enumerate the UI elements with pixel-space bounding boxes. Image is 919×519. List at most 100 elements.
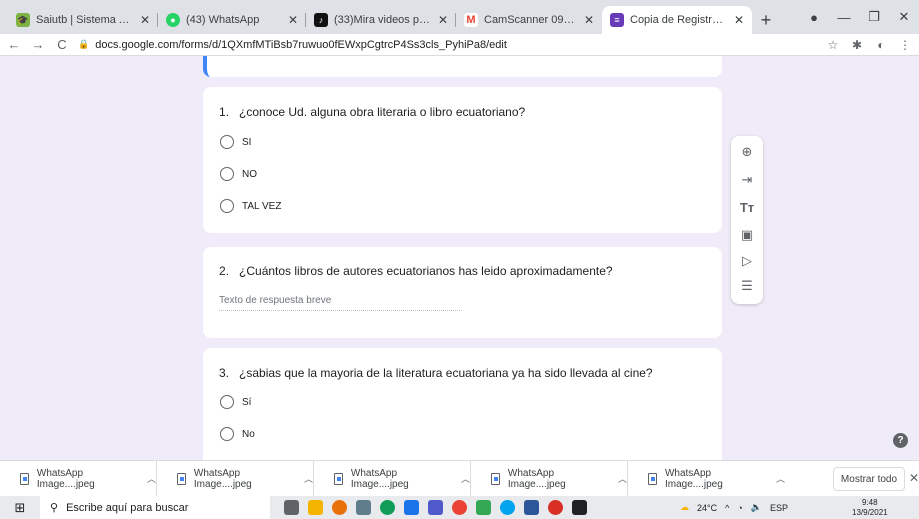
windows-taskbar: ⊞ ⚲ Escribe aquí para buscar ☁ 24°C ^ ◔ … <box>0 496 919 519</box>
restore-button[interactable]: ❐ <box>859 9 889 25</box>
windows-start-icon[interactable]: ⊞ <box>0 500 40 516</box>
image-file-icon <box>648 472 657 485</box>
bookmark-star-icon[interactable]: ☆ <box>825 38 841 52</box>
mail-icon[interactable] <box>404 500 419 515</box>
close-tab-icon[interactable]: ✕ <box>584 13 594 27</box>
taskbar-apps <box>284 500 587 515</box>
add-section-icon[interactable]: ☰ <box>731 278 763 294</box>
tab-saiutb[interactable]: 🎓 Saiutb | Sistema Académico | ✕ <box>8 6 158 34</box>
url-field[interactable]: 🔒 docs.google.com/forms/d/1QXmfMTiBsb7ru… <box>78 39 817 51</box>
form-toolbar: ⊕ ⇥ Tт ▣ ▷ ☰ <box>731 136 763 304</box>
teams-icon[interactable] <box>428 500 443 515</box>
radio-option[interactable]: No <box>220 427 255 441</box>
chrome-profile-icon[interactable] <box>548 500 563 515</box>
chevron-up-icon[interactable]: ︿ <box>461 472 470 485</box>
radio-button[interactable] <box>220 199 234 213</box>
question-card-3[interactable]: 3. ¿sabias que la mayoria de la literatu… <box>203 348 722 460</box>
close-tab-icon[interactable]: ✕ <box>438 13 448 27</box>
language-indicator[interactable]: ESP <box>770 503 788 513</box>
lock-icon: 🔒 <box>78 39 90 49</box>
show-all-button[interactable]: Mostrar todo <box>833 467 905 491</box>
radio-option[interactable]: Sí <box>220 395 251 409</box>
close-tab-icon[interactable]: ✕ <box>288 13 298 27</box>
question-title: 2. ¿Cuántos libros de autores ecuatorian… <box>219 264 613 278</box>
clock[interactable]: 9:48 13/9/2021 <box>852 498 888 518</box>
record-icon[interactable]: ● <box>799 10 829 25</box>
tab-title: Saiutb | Sistema Académico | <box>36 14 134 26</box>
profile-icon[interactable]: ◐ <box>873 38 889 52</box>
edge-browser-icon[interactable] <box>500 500 515 515</box>
window-controls: ● — ❐ ✕ <box>799 0 919 34</box>
tab-title: Copia de Registro para la obr <box>630 14 728 26</box>
radio-button[interactable] <box>220 427 234 441</box>
close-tab-icon[interactable]: ✕ <box>734 13 744 27</box>
system-tray: ☁ 24°C ^ ◔ 🔈 ESP <box>680 496 788 519</box>
add-question-icon[interactable]: ⊕ <box>731 144 763 160</box>
chevron-up-icon[interactable]: ︿ <box>147 472 156 485</box>
gmail-icon: M <box>464 13 478 27</box>
tab-gmail[interactable]: M CamScanner 09-02-2021 05. ✕ <box>456 6 602 34</box>
add-image-icon[interactable]: ▣ <box>731 227 763 243</box>
radio-option[interactable]: TAL VEZ <box>220 199 281 213</box>
download-item[interactable]: WhatsApp Image....jpeg ︿ <box>471 460 628 497</box>
forward-button[interactable]: → <box>30 37 46 52</box>
tab-tiktok[interactable]: ♪ (33)Mira videos populares se ✕ <box>306 6 456 34</box>
network-icon[interactable]: ◔ <box>737 503 742 513</box>
image-file-icon <box>177 472 186 485</box>
menu-icon[interactable]: ⋮ <box>897 38 913 52</box>
volume-icon[interactable]: 🔈 <box>751 502 762 513</box>
download-item[interactable]: WhatsApp Image....jpeg ︿ <box>0 460 157 497</box>
question-card-1[interactable]: 1. ¿conoce Ud. alguna obra literaria o l… <box>203 87 722 233</box>
firefox-icon[interactable] <box>332 500 347 515</box>
tab-forms[interactable]: ≡ Copia de Registro para la obr ✕ <box>602 6 752 34</box>
radio-button[interactable] <box>220 395 234 409</box>
security-shield-icon[interactable] <box>572 500 587 515</box>
previous-question-card[interactable] <box>203 56 722 77</box>
browser-tab-bar: 🎓 Saiutb | Sistema Académico | ✕ ● (43) … <box>0 0 919 34</box>
close-window-button[interactable]: ✕ <box>889 9 919 25</box>
extensions-icon[interactable]: ✱ <box>849 38 865 52</box>
image-file-icon <box>334 472 343 485</box>
short-answer-input[interactable]: Texto de respuesta breve <box>219 295 462 311</box>
weather-icon[interactable]: ☁ <box>680 502 689 513</box>
taskbar-search[interactable]: ⚲ Escribe aquí para buscar <box>40 496 270 519</box>
radio-option[interactable]: NO <box>220 167 257 181</box>
question-title: 3. ¿sabias que la mayoria de la literatu… <box>219 366 653 380</box>
chevron-up-icon[interactable]: ︿ <box>776 472 785 485</box>
download-item[interactable]: WhatsApp Image....jpeg ︿ <box>628 461 785 497</box>
question-card-2[interactable]: 2. ¿Cuántos libros de autores ecuatorian… <box>203 247 722 338</box>
camera-icon[interactable] <box>356 500 371 515</box>
new-tab-button[interactable]: + <box>752 6 780 34</box>
back-button[interactable]: ← <box>6 37 22 52</box>
chevron-up-icon[interactable]: ︿ <box>618 472 627 485</box>
radio-option[interactable]: SI <box>220 135 251 149</box>
add-video-icon[interactable]: ▷ <box>731 253 763 269</box>
form-content: 1. ¿conoce Ud. alguna obra literaria o l… <box>0 56 919 460</box>
edge-icon[interactable] <box>380 500 395 515</box>
close-icon[interactable]: ✕ <box>909 471 919 485</box>
file-explorer-icon[interactable] <box>308 500 323 515</box>
search-icon: ⚲ <box>50 502 59 514</box>
whatsapp-icon: ● <box>166 13 180 27</box>
word-icon[interactable] <box>524 500 539 515</box>
reload-button[interactable]: C <box>54 37 70 52</box>
help-icon[interactable]: ? <box>893 433 908 448</box>
close-tab-icon[interactable]: ✕ <box>140 13 150 27</box>
download-item[interactable]: WhatsApp Image....jpeg ︿ <box>157 460 314 497</box>
tab-whatsapp[interactable]: ● (43) WhatsApp ✕ <box>158 6 306 34</box>
chevron-up-icon[interactable]: ^ <box>725 503 729 513</box>
download-item[interactable]: WhatsApp Image....jpeg ︿ <box>314 460 471 497</box>
radio-button[interactable] <box>220 167 234 181</box>
temperature-text[interactable]: 24°C <box>697 503 717 513</box>
add-title-icon[interactable]: Tт <box>731 200 763 215</box>
task-view-icon[interactable] <box>284 500 299 515</box>
calculator-icon[interactable] <box>476 500 491 515</box>
url-text: docs.google.com/forms/d/1QXmfMTiBsb7ruwu… <box>95 38 507 51</box>
forms-icon: ≡ <box>610 13 624 27</box>
chrome-icon[interactable] <box>452 500 467 515</box>
chevron-up-icon[interactable]: ︿ <box>304 472 313 485</box>
import-questions-icon[interactable]: ⇥ <box>731 172 763 188</box>
radio-button[interactable] <box>220 135 234 149</box>
tiktok-icon: ♪ <box>314 13 328 27</box>
minimize-button[interactable]: — <box>829 10 859 25</box>
